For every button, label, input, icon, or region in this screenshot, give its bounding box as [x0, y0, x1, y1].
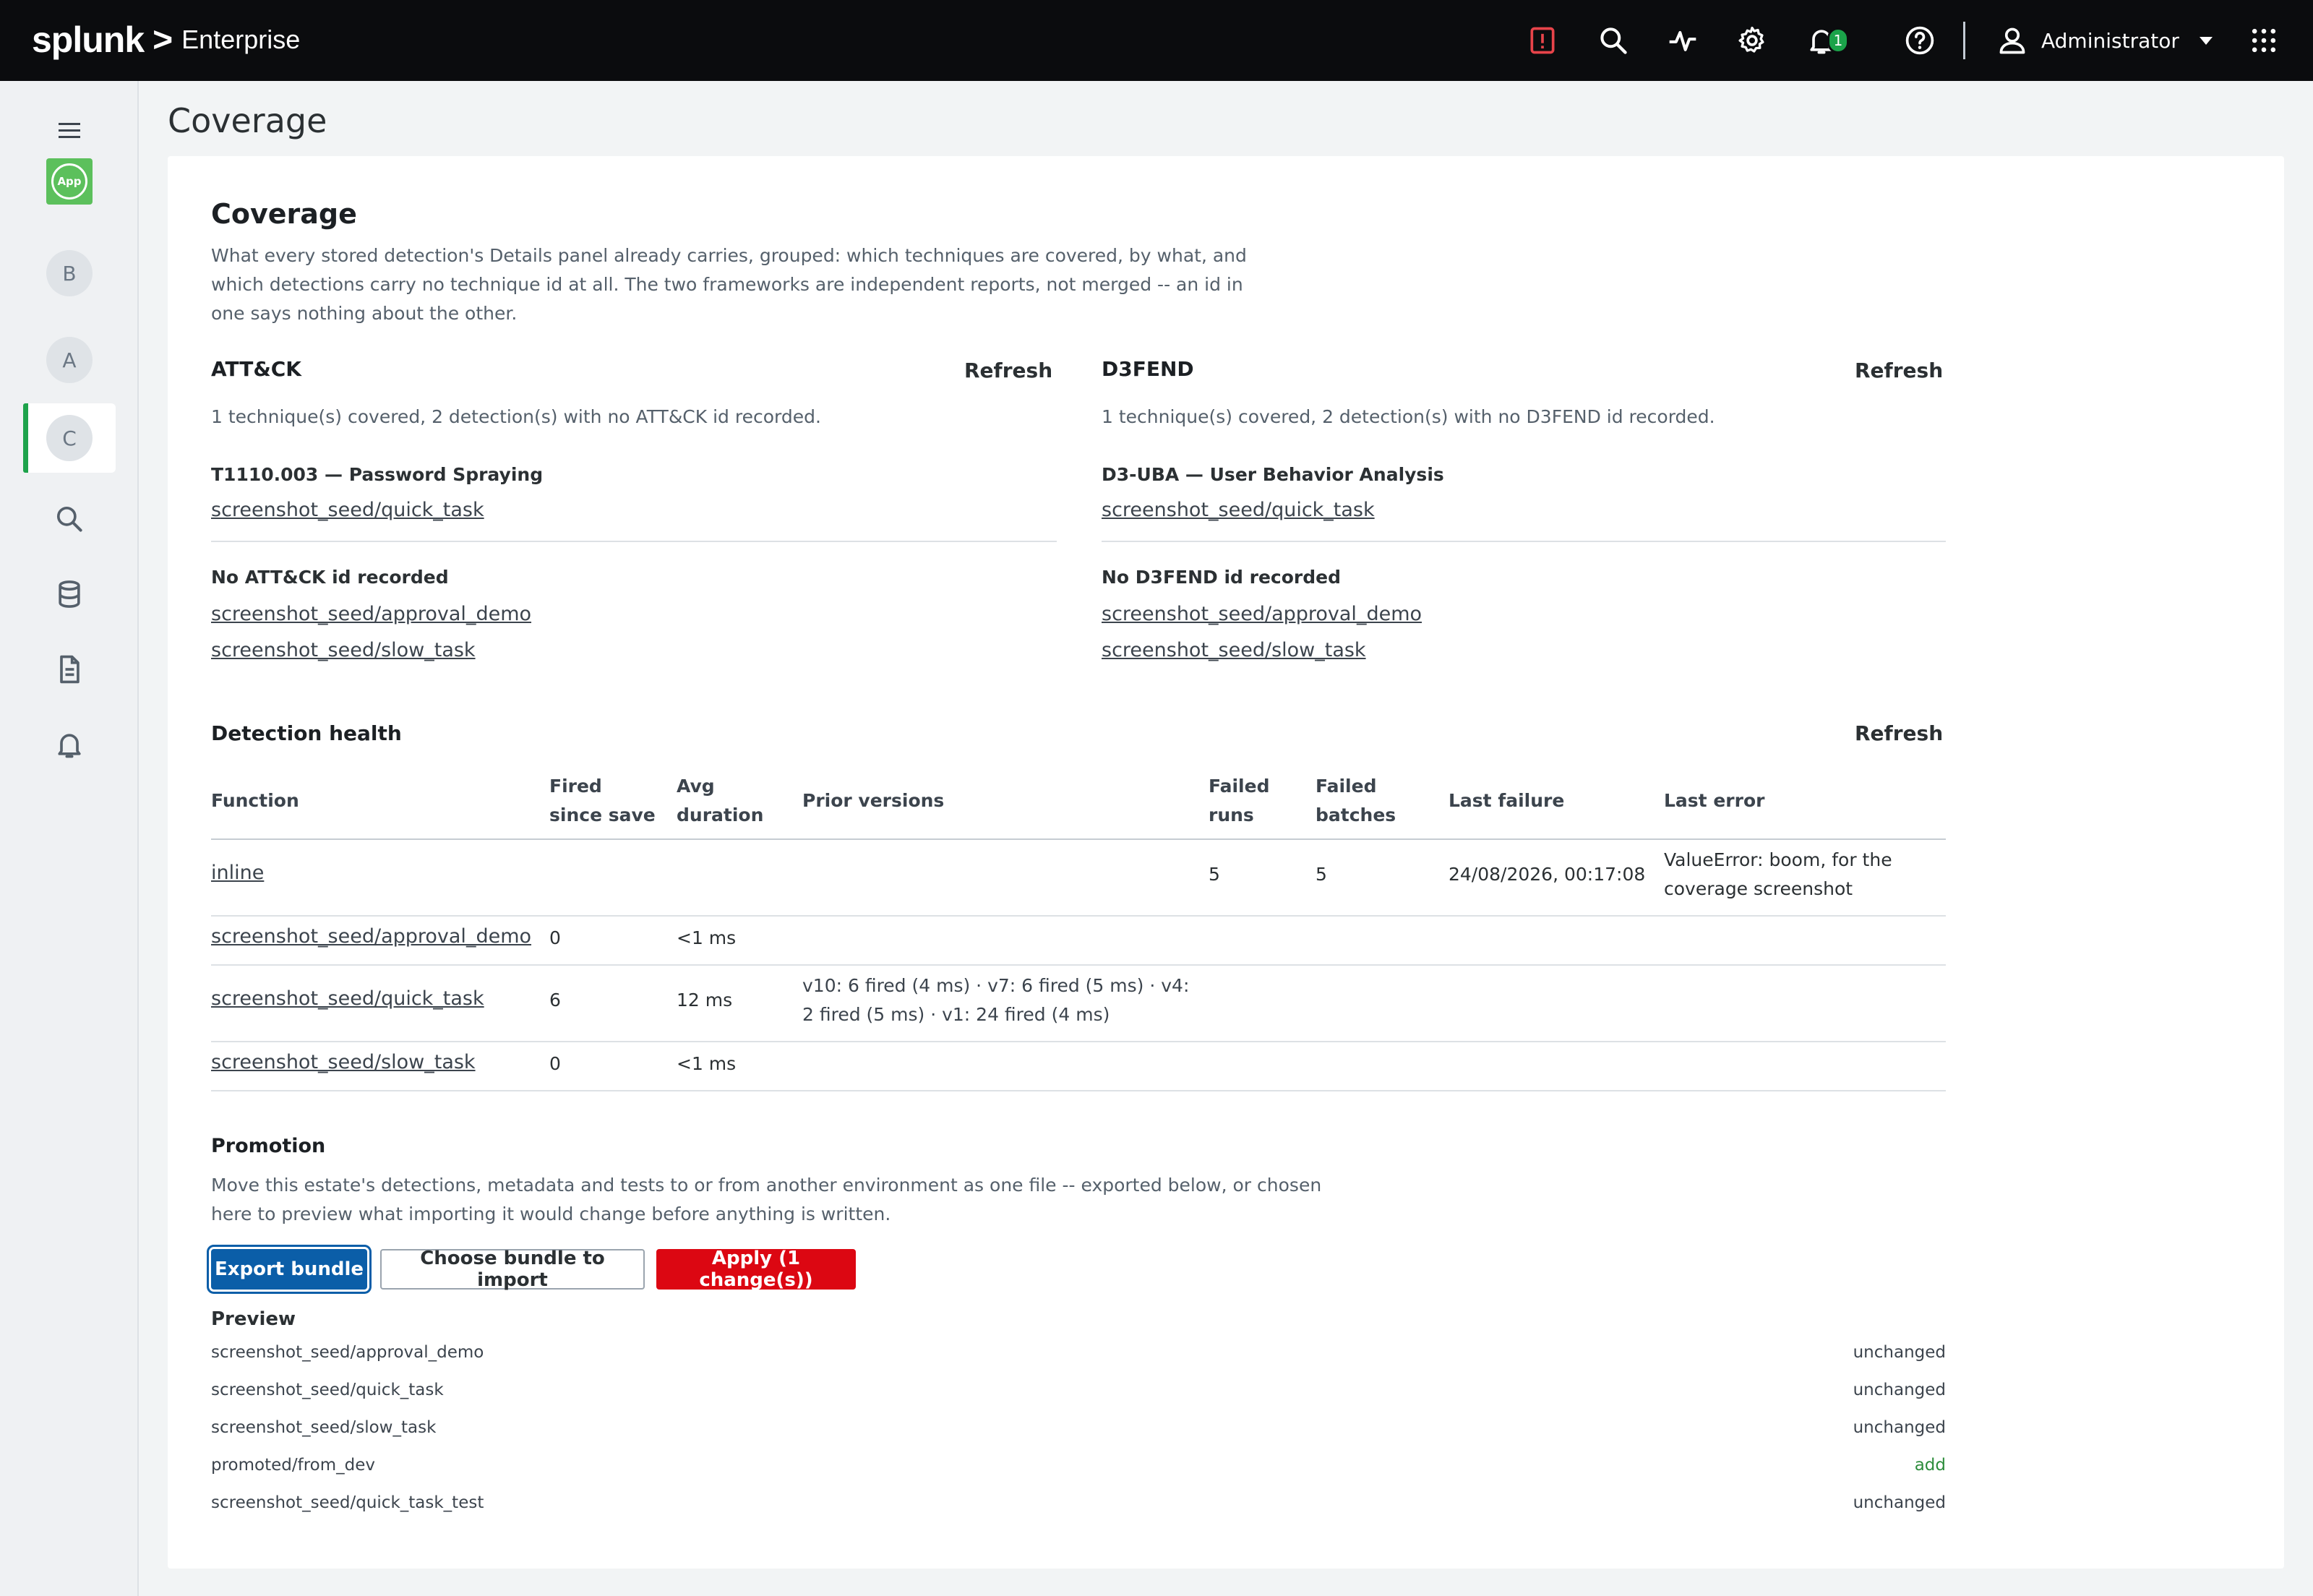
- preview-title: Preview: [211, 1308, 296, 1330]
- d3fend-none-detection-link[interactable]: screenshot_seed/approval_demo: [1102, 603, 1422, 625]
- preview-item-status: unchanged: [1853, 1343, 1946, 1362]
- column-header: Function: [211, 790, 299, 811]
- d3fend-refresh-button[interactable]: Refresh: [1855, 359, 1943, 382]
- table-row-function-link[interactable]: screenshot_seed/slow_task: [211, 1051, 476, 1073]
- attack-none-detection-link[interactable]: screenshot_seed/slow_task: [211, 639, 476, 661]
- d3fend-technique-title: D3-UBA — User Behavior Analysis: [1102, 464, 1444, 485]
- preview-item-name: screenshot_seed/quick_task: [211, 1381, 444, 1399]
- table-row-divider: [211, 1090, 1946, 1091]
- attack-title: ATT&CK: [211, 357, 302, 381]
- d3fend-title: D3FEND: [1102, 357, 1194, 381]
- column-header: Failed runs: [1209, 776, 1270, 825]
- coverage-card: [168, 156, 2284, 1569]
- alert-icon[interactable]: [1522, 20, 1563, 61]
- promotion-description: Move this estate's detections, metadata …: [211, 1175, 1322, 1224]
- help-icon[interactable]: [1900, 20, 1940, 61]
- page-title: Coverage: [168, 101, 327, 140]
- column-header: Prior versions: [802, 790, 945, 811]
- table-cell-failed-batches: 5: [1316, 864, 1327, 885]
- d3fend-summary: 1 technique(s) covered, 2 detection(s) w…: [1102, 406, 1715, 427]
- d3fend-none-detection-link[interactable]: screenshot_seed/slow_task: [1102, 639, 1366, 661]
- attack-technique-detection-link[interactable]: screenshot_seed/quick_task: [211, 499, 484, 521]
- table-cell-fired: 6: [549, 990, 561, 1011]
- search-icon[interactable]: [1593, 20, 1634, 61]
- sidebar-letter-c: C: [46, 415, 93, 461]
- sidebar-search-icon[interactable]: [0, 499, 139, 539]
- preview-item-name: promoted/from_dev: [211, 1456, 376, 1475]
- column-header: Failed batches: [1316, 776, 1396, 825]
- table-cell-fired: 0: [549, 1053, 561, 1074]
- column-header: Fired since save: [549, 776, 656, 825]
- column-header: Last failure: [1449, 790, 1565, 811]
- table-row-function-link[interactable]: inline: [211, 862, 264, 884]
- attack-divider: [211, 541, 1057, 542]
- attack-none-title: No ATT&CK id recorded: [211, 567, 449, 588]
- sidebar-letter-a: A: [46, 337, 93, 383]
- table-row-divider: [211, 915, 1946, 917]
- table-row-divider: [211, 1041, 1946, 1042]
- apply-changes-button[interactable]: Apply (1 change(s)): [656, 1248, 856, 1291]
- table-cell-fired: 0: [549, 927, 561, 948]
- choose-bundle-button[interactable]: Choose bundle to import: [380, 1248, 645, 1291]
- sidebar-item-a[interactable]: A: [0, 325, 139, 395]
- notifications-icon[interactable]: 1: [1801, 20, 1849, 61]
- table-row-divider: [211, 964, 1946, 966]
- topbar-divider: [1963, 22, 1965, 59]
- table-cell-last-error: ValueError: boom, for the coverage scree…: [1664, 849, 1892, 899]
- apps-grid-icon[interactable]: [2244, 20, 2284, 61]
- table-cell-failed-runs: 5: [1209, 864, 1220, 885]
- attack-summary: 1 technique(s) covered, 2 detection(s) w…: [211, 406, 821, 427]
- sidebar-item-b[interactable]: B: [0, 239, 139, 308]
- export-bundle-button[interactable]: Export bundle: [211, 1249, 367, 1290]
- d3fend-none-title: No D3FEND id recorded: [1102, 567, 1342, 588]
- table-cell-prior-versions: v10: 6 fired (4 ms) · v7: 6 fired (5 ms)…: [802, 975, 1190, 1025]
- user-icon: [1999, 27, 2025, 54]
- preview-item-name: screenshot_seed/approval_demo: [211, 1343, 484, 1362]
- user-name: Administrator: [2041, 28, 2179, 53]
- preview-item-name: screenshot_seed/slow_task: [211, 1418, 437, 1437]
- gear-icon[interactable]: [1732, 20, 1772, 61]
- table-header-divider: [211, 838, 1946, 840]
- attack-none-detection-link[interactable]: screenshot_seed/approval_demo: [211, 603, 531, 625]
- notification-count-badge: 1: [1827, 27, 1849, 53]
- top-bar: splunk > Enterprise 1 Administrator: [0, 0, 2313, 81]
- sidebar: App B A C: [0, 81, 139, 1596]
- d3fend-divider: [1102, 541, 1946, 542]
- coverage-intro: What every stored detection's Details pa…: [211, 245, 1247, 324]
- d3fend-technique-detection-link[interactable]: screenshot_seed/quick_task: [1102, 499, 1375, 521]
- preview-item-name: screenshot_seed/quick_task_test: [211, 1493, 484, 1512]
- table-cell-last-failure: 24/08/2026, 00:17:08: [1449, 864, 1646, 885]
- sidebar-database-icon[interactable]: [0, 574, 139, 614]
- column-header: Avg duration: [677, 776, 764, 825]
- menu-icon[interactable]: [0, 110, 139, 150]
- table-row-function-link[interactable]: screenshot_seed/approval_demo: [211, 925, 531, 948]
- table-cell-avg-duration: 12 ms: [677, 990, 733, 1011]
- attack-technique-title: T1110.003 — Password Spraying: [211, 464, 544, 485]
- user-menu[interactable]: Administrator: [1996, 20, 2213, 61]
- sidebar-bell-icon[interactable]: [0, 724, 139, 765]
- health-refresh-button[interactable]: Refresh: [1855, 721, 1943, 745]
- activity-icon[interactable]: [1662, 20, 1703, 61]
- app-logo: App: [46, 158, 93, 205]
- table-cell-avg-duration: <1 ms: [677, 927, 737, 948]
- sidebar-letter-b: B: [46, 250, 93, 296]
- sidebar-document-icon[interactable]: [0, 649, 139, 690]
- chevron-down-icon: [2199, 36, 2213, 45]
- health-title: Detection health: [211, 721, 402, 745]
- promotion-title: Promotion: [211, 1135, 326, 1157]
- preview-item-status: unchanged: [1853, 1418, 1946, 1437]
- app-badge-label: App: [51, 163, 87, 200]
- preview-item-status: add: [1914, 1456, 1946, 1475]
- coverage-heading: Coverage: [211, 198, 357, 230]
- table-cell-avg-duration: <1 ms: [677, 1053, 737, 1074]
- app-launcher[interactable]: App: [0, 158, 139, 205]
- preview-item-status: unchanged: [1853, 1381, 1946, 1399]
- attack-refresh-button[interactable]: Refresh: [964, 359, 1052, 382]
- preview-item-status: unchanged: [1853, 1493, 1946, 1512]
- table-row-function-link[interactable]: screenshot_seed/quick_task: [211, 987, 484, 1010]
- sidebar-item-c[interactable]: C: [0, 403, 139, 473]
- column-header: Last error: [1664, 790, 1765, 811]
